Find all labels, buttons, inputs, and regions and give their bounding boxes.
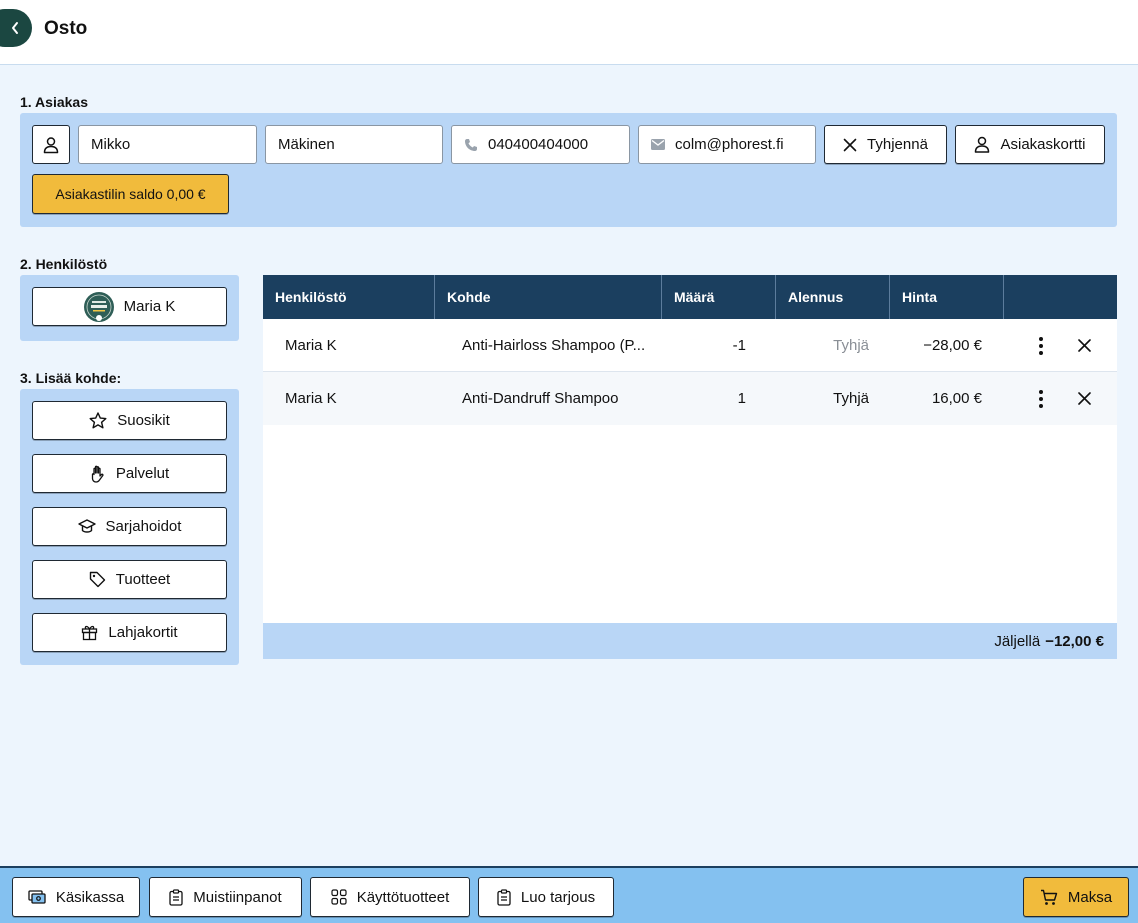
create-offer-button[interactable]: Luo tarjous — [478, 877, 614, 917]
column-header-item[interactable]: Kohde — [435, 275, 662, 319]
row-more-button[interactable] — [1035, 372, 1047, 425]
table-row[interactable]: Maria K Anti-Dandruff Shampoo 1 Tyhjä 16… — [263, 372, 1117, 425]
add-item-section-label: 3. Lisää kohde: — [20, 370, 122, 386]
customer-search-button[interactable] — [32, 125, 70, 164]
services-button[interactable]: Palvelut — [32, 454, 227, 493]
person-icon — [43, 136, 59, 153]
column-header-actions — [1004, 275, 1117, 319]
pay-label: Maksa — [1067, 888, 1113, 906]
last-name-value: Mäkinen — [278, 136, 335, 153]
app-header: Osto — [0, 0, 1138, 65]
email-field[interactable]: colm@phorest.fi — [638, 125, 816, 164]
create-offer-label: Luo tarjous — [520, 888, 596, 906]
products-label: Tuotteet — [115, 571, 171, 588]
series-treatments-button[interactable]: Sarjahoidot — [32, 507, 227, 546]
row-price[interactable]: 16,00 € — [883, 372, 982, 425]
clear-label: Tyhjennä — [867, 136, 928, 153]
person-icon — [975, 136, 990, 153]
pay-button[interactable]: Maksa — [1023, 877, 1129, 917]
remaining-value: −12,00 € — [1045, 632, 1104, 650]
row-remove-button[interactable] — [1076, 319, 1092, 372]
hand-icon — [91, 465, 104, 483]
staff-panel: Maria K — [20, 275, 239, 341]
column-header-discount[interactable]: Alennus — [776, 275, 890, 319]
cart-table: Henkilöstö Kohde Määrä Alennus Hinta Mar… — [263, 275, 1117, 659]
favorites-button[interactable]: Suosikit — [32, 401, 227, 440]
close-icon — [843, 138, 857, 151]
grid-icon — [331, 889, 347, 905]
add-item-panel: Suosikit Palvelut Sarjahoidot Tuotteet L… — [20, 389, 239, 665]
email-value: colm@phorest.fi — [675, 136, 784, 153]
column-header-staff[interactable]: Henkilöstö — [263, 275, 435, 319]
last-name-field[interactable]: Mäkinen — [265, 125, 443, 164]
row-item: Anti-Dandruff Shampoo — [462, 390, 619, 407]
more-vertical-icon — [1039, 389, 1043, 408]
staff-select-button[interactable]: Maria K — [32, 287, 227, 326]
row-quantity[interactable]: -1 — [663, 319, 746, 372]
notes-button[interactable]: Muistiinpanot — [149, 877, 302, 917]
row-discount[interactable]: Tyhjä — [783, 372, 869, 425]
page-title: Osto — [44, 18, 88, 39]
account-balance-label: Asiakastilin saldo 0,00 € — [55, 186, 206, 202]
clipboard-icon — [169, 888, 183, 906]
graduation-cap-icon — [77, 519, 96, 533]
remaining-label: Jäljellä — [994, 632, 1041, 650]
cash-drawer-label: Käsikassa — [55, 888, 125, 906]
account-balance-button[interactable]: Asiakastilin saldo 0,00 € — [32, 174, 229, 214]
customer-card-button[interactable]: Asiakaskortti — [955, 125, 1105, 164]
close-icon — [1077, 339, 1091, 352]
remaining-total: Jäljellä −12,00 € — [263, 623, 1117, 659]
row-staff: Maria K — [285, 337, 337, 354]
footer-toolbar: Käsikassa Muistiinpanot Käyttötuotteet L… — [0, 866, 1138, 923]
more-vertical-icon — [1039, 336, 1043, 355]
phone-value: 040400404000 — [488, 136, 589, 153]
staff-section-label: 2. Henkilöstö — [20, 256, 108, 272]
close-icon — [1077, 392, 1091, 405]
phone-field[interactable]: 040400404000 — [451, 125, 630, 164]
phone-icon — [465, 138, 477, 151]
staff-avatar — [83, 291, 114, 322]
column-header-quantity[interactable]: Määrä — [662, 275, 776, 319]
cash-icon — [28, 890, 46, 904]
row-item: Anti-Hairloss Shampoo (P... — [462, 337, 646, 354]
clear-button[interactable]: Tyhjennä — [824, 125, 947, 164]
staff-name: Maria K — [123, 298, 176, 315]
gift-icon — [82, 625, 98, 641]
consumables-label: Käyttötuotteet — [356, 888, 450, 906]
star-icon — [89, 412, 107, 429]
row-more-button[interactable] — [1035, 319, 1047, 372]
series-treatments-label: Sarjahoidot — [105, 518, 182, 535]
back-button[interactable] — [0, 9, 32, 47]
consumables-button[interactable]: Käyttötuotteet — [310, 877, 470, 917]
customer-panel: Mikko Mäkinen 040400404000 colm@phorest.… — [20, 113, 1117, 227]
cart-icon — [1040, 889, 1058, 905]
favorites-label: Suosikit — [117, 412, 170, 429]
clipboard-icon — [497, 888, 511, 906]
first-name-value: Mikko — [91, 136, 131, 153]
first-name-field[interactable]: Mikko — [78, 125, 257, 164]
row-price[interactable]: −28,00 € — [883, 319, 982, 372]
row-remove-button[interactable] — [1076, 372, 1092, 425]
customer-section-label: 1. Asiakas — [20, 94, 88, 110]
row-discount[interactable]: Tyhjä — [783, 319, 869, 372]
customer-card-label: Asiakaskortti — [1000, 136, 1086, 153]
products-button[interactable]: Tuotteet — [32, 560, 227, 599]
tag-icon — [89, 571, 105, 588]
gift-cards-button[interactable]: Lahjakortit — [32, 613, 227, 652]
row-quantity[interactable]: 1 — [663, 372, 746, 425]
row-staff: Maria K — [285, 390, 337, 407]
mail-icon — [651, 139, 665, 150]
table-header: Henkilöstö Kohde Määrä Alennus Hinta — [263, 275, 1117, 319]
column-header-price[interactable]: Hinta — [890, 275, 1004, 319]
gift-cards-label: Lahjakortit — [108, 624, 178, 641]
table-row[interactable]: Maria K Anti-Hairloss Shampoo (P... -1 T… — [263, 319, 1117, 372]
chevron-left-icon — [12, 22, 18, 34]
services-label: Palvelut — [115, 465, 170, 482]
cash-drawer-button[interactable]: Käsikassa — [12, 877, 140, 917]
notes-label: Muistiinpanot — [193, 888, 282, 906]
